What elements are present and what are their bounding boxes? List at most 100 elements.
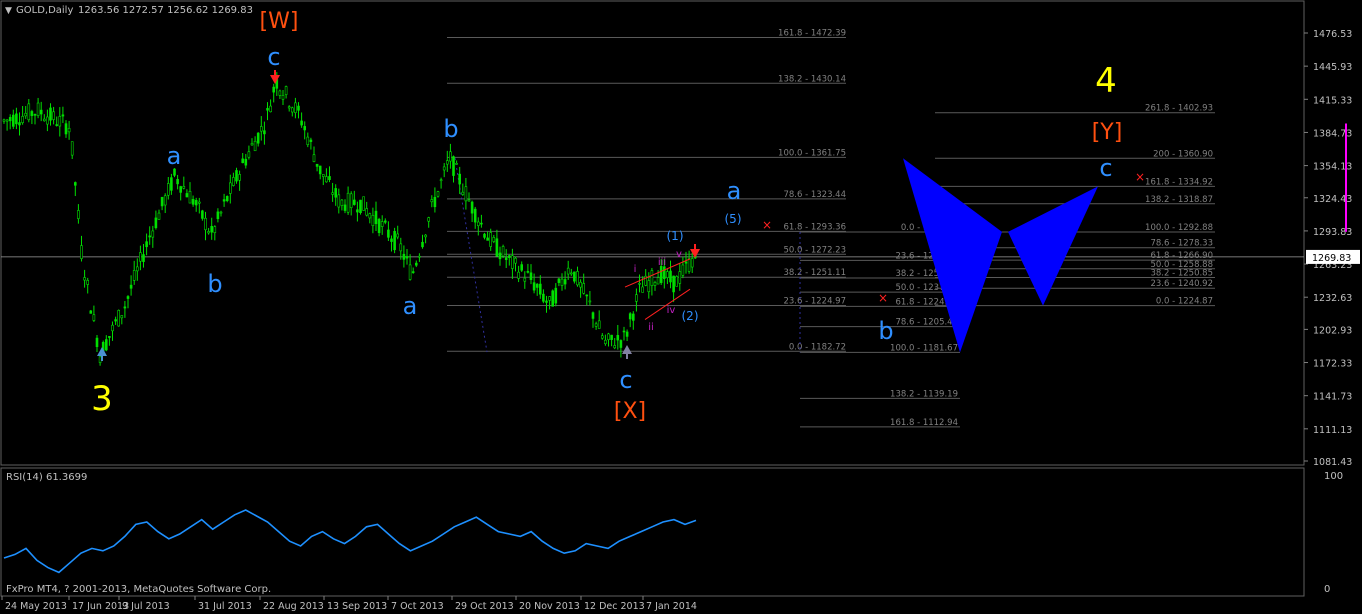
candle-body <box>61 114 65 117</box>
date-tick-label: 20 Nov 2013 <box>519 601 580 612</box>
candle-body <box>433 196 437 208</box>
date-tick-label: 29 Oct 2013 <box>455 601 514 612</box>
candle <box>452 155 455 183</box>
candle <box>542 289 545 304</box>
candle-body <box>222 199 226 202</box>
candle <box>167 177 170 200</box>
candle-body <box>675 276 679 287</box>
candle-body <box>396 233 400 238</box>
candle <box>483 232 486 240</box>
candle <box>105 335 108 352</box>
candle <box>480 214 483 228</box>
candle-body <box>579 281 582 288</box>
candle-body <box>349 193 353 208</box>
candle-body <box>229 182 232 194</box>
candle-body <box>284 86 288 95</box>
candle <box>154 210 158 230</box>
candle-body <box>486 237 489 241</box>
candle-body <box>129 284 133 289</box>
candle <box>170 173 173 195</box>
candle-body <box>235 170 238 182</box>
candle-body <box>120 315 124 319</box>
candle-body <box>111 324 114 332</box>
candle <box>371 207 375 234</box>
candle-body <box>495 238 499 257</box>
candle <box>380 215 384 235</box>
candle-body <box>625 331 629 337</box>
candle-body <box>597 320 601 329</box>
candle <box>523 271 527 289</box>
price-tick-label: 1141.73 <box>1313 392 1352 403</box>
wave-label-magenta: ii <box>648 322 654 333</box>
candle <box>2 118 6 124</box>
top-arrow-icon <box>270 75 280 84</box>
wave-label-blue: b <box>443 115 458 143</box>
candle <box>551 289 555 307</box>
candle-body <box>554 287 558 304</box>
candle-body <box>585 294 589 297</box>
date-axis: 24 May 2013 17 Jun 20139 Jul 2013 31 Jul 2… <box>1 596 697 612</box>
candle <box>253 136 257 152</box>
candle-body <box>594 323 598 327</box>
date-tick-label: 31 Jul 2013 <box>198 601 252 612</box>
candle-body <box>287 106 291 109</box>
candle <box>250 138 254 146</box>
candle <box>390 235 393 252</box>
candle <box>594 321 598 330</box>
candle <box>517 265 520 283</box>
candle <box>123 301 127 318</box>
fib-level-label: 50.0 - 1272.23 <box>783 245 846 255</box>
candle-body <box>656 277 660 285</box>
candle <box>467 192 471 202</box>
wave-label-yellow: 4 <box>1095 61 1117 101</box>
candle-body <box>5 119 9 122</box>
candle-body <box>318 165 322 175</box>
candle <box>669 260 672 289</box>
candle-body <box>563 279 567 285</box>
candle <box>619 339 623 358</box>
candle-body <box>529 272 533 280</box>
candle <box>15 107 18 130</box>
candle-body <box>77 210 80 219</box>
candle-body <box>362 196 365 211</box>
candle-body <box>613 345 617 349</box>
candle <box>219 210 223 217</box>
chart-menu-arrow[interactable]: ▼ <box>5 6 12 16</box>
candle-body <box>160 196 164 207</box>
candle-body <box>244 158 248 166</box>
candle-body <box>52 111 55 120</box>
candle <box>86 277 89 294</box>
candle <box>145 233 148 256</box>
candle <box>616 324 620 350</box>
candle <box>198 197 201 214</box>
fib-level-label: 38.2 - 1251.11 <box>783 268 846 278</box>
candle-body <box>616 335 620 341</box>
candle-body <box>424 234 427 238</box>
candle-body <box>334 188 338 198</box>
candle-body <box>27 103 31 121</box>
candle <box>430 195 434 208</box>
fib-level-label: 23.6 - 1240.92 <box>1150 279 1213 289</box>
candle-body <box>142 254 145 262</box>
candle-body <box>628 313 632 320</box>
candle <box>117 309 120 327</box>
candle-body <box>511 255 514 269</box>
price-tick-label: 1415.33 <box>1313 95 1352 106</box>
candle-body <box>92 314 96 321</box>
candle-body <box>399 243 403 252</box>
candle <box>151 225 155 248</box>
candle-body <box>678 271 682 284</box>
candle <box>504 249 508 268</box>
candle-body <box>538 283 542 295</box>
candle-body <box>232 177 235 186</box>
candle <box>374 201 378 231</box>
candle-body <box>588 300 592 303</box>
candle <box>591 311 595 328</box>
candle-body <box>42 118 46 122</box>
candle <box>538 275 542 299</box>
candle <box>290 106 294 117</box>
candle <box>569 268 573 276</box>
candle-body <box>58 116 62 127</box>
price-chart: 1476.531445.931415.331384.731354.131324.… <box>0 0 1360 612</box>
candle-body <box>281 95 285 100</box>
